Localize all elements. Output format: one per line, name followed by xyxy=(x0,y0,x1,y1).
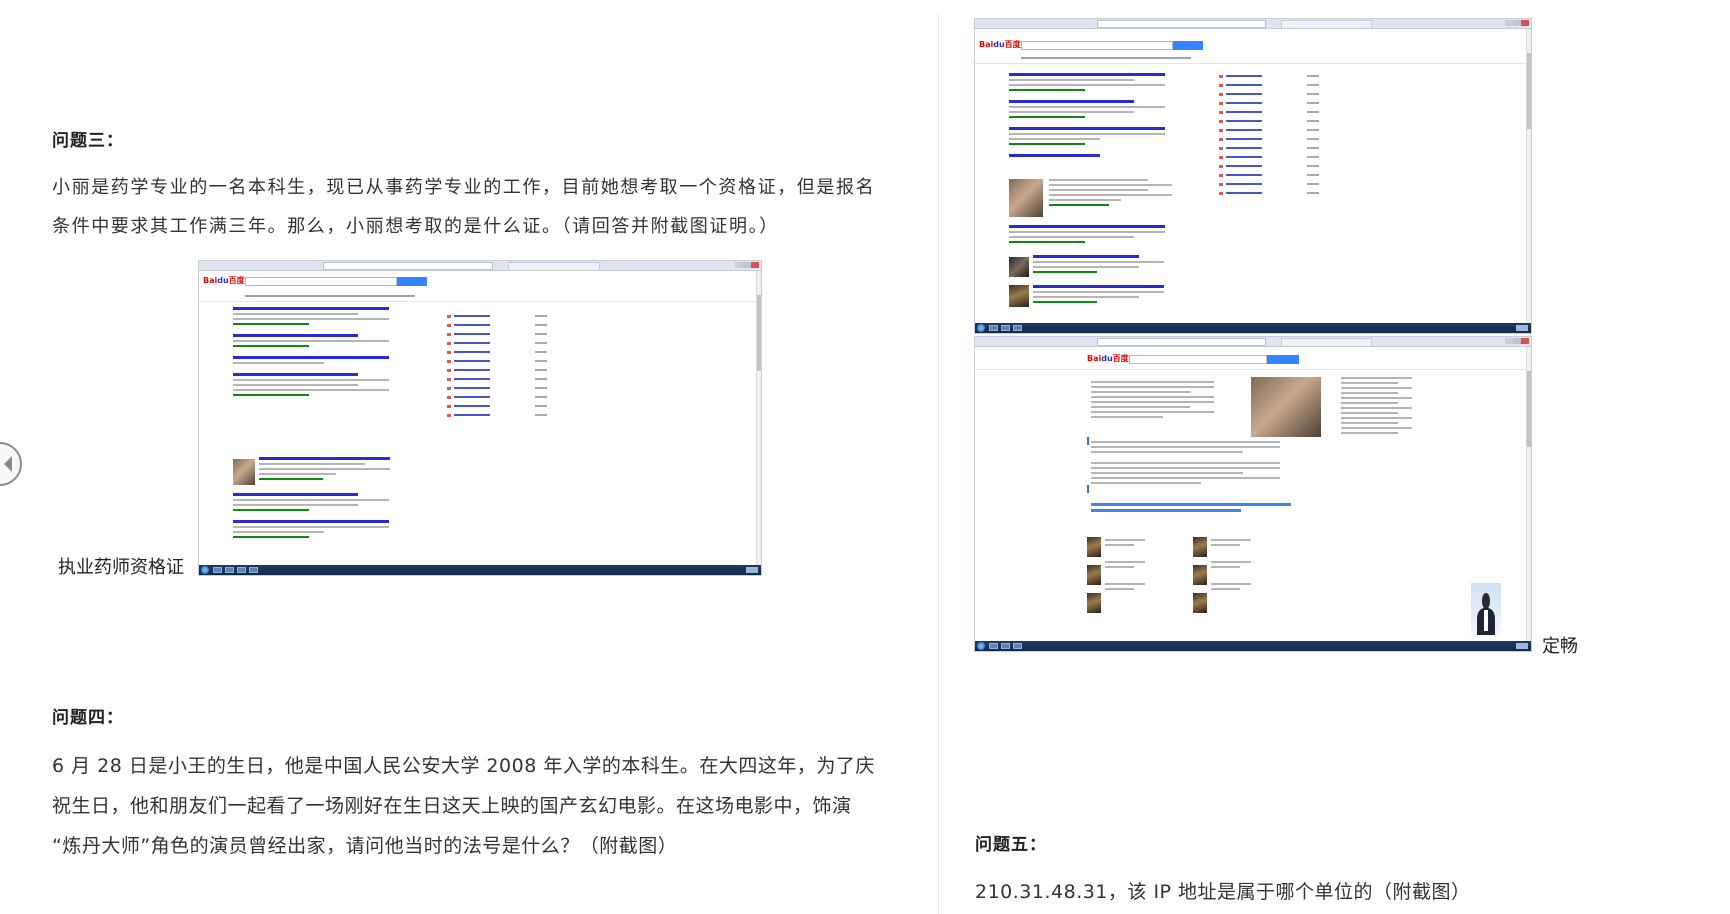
search-results xyxy=(233,307,423,399)
q4-line-3: “炼丹大师”角色的演员曾经出家，请问他当时的法号是什么？（附截图） xyxy=(52,835,678,857)
start-icon xyxy=(977,642,985,650)
browser-toolbar xyxy=(199,261,761,271)
q5-line-1: 210.31.48.31，该 IP 地址是属于哪个单位的（附截图） xyxy=(975,881,1471,903)
actor-photo xyxy=(1009,179,1043,217)
q3-heading: 问题三： xyxy=(52,131,124,151)
q3-answer: 执业药师资格证 xyxy=(58,557,184,578)
q3-paragraph: 小丽是药学专业的一名本科生，现已从事药学专业的工作，目前她想考取一个资格证，但是… xyxy=(52,168,922,246)
sidebar-links xyxy=(1341,377,1427,437)
taskbar-clock xyxy=(746,567,758,573)
chevron-left-icon xyxy=(4,456,12,472)
start-icon xyxy=(201,566,209,574)
result-thumbnail xyxy=(233,459,255,485)
start-icon xyxy=(977,324,985,332)
screenshot-baidu-search-certificate: Baidu百度 xyxy=(198,260,762,576)
search-button xyxy=(1267,355,1299,364)
presenter-avatar xyxy=(1471,583,1501,635)
baidu-logo: Baidu百度 xyxy=(979,40,1021,49)
q3-line-1: 小丽是药学专业的一名本科生，现已从事药学专业的工作，目前她想考取一个资格证，但是… xyxy=(52,177,876,198)
browser-toolbar xyxy=(975,19,1531,29)
windows-taskbar xyxy=(975,323,1531,333)
q3-line-2: 条件中要求其工作满三年。那么，小丽想考取的是什么证。（请回答并附截图证明。） xyxy=(52,216,779,237)
search-results xyxy=(1009,73,1199,160)
taskbar-clock xyxy=(1516,643,1528,649)
screenshot-baidu-baike: Baidu百度 xyxy=(974,336,1532,652)
browser-toolbar xyxy=(975,337,1531,347)
search-input xyxy=(1021,41,1173,50)
prev-page-button[interactable] xyxy=(0,442,22,486)
q5-heading: 问题五： xyxy=(975,835,1047,855)
search-tabs xyxy=(245,295,415,297)
column-divider xyxy=(938,14,939,914)
q4-heading: 问题四： xyxy=(52,708,124,728)
hot-search-list xyxy=(1219,75,1319,201)
q4-answer: 定畅 xyxy=(1542,636,1578,657)
search-tabs xyxy=(1021,57,1191,59)
q4-line-2: 祝生日，他和朋友们一起看了一场刚好在生日这天上映的国产玄幻电影。在这场电影中，饰… xyxy=(52,795,852,817)
search-input xyxy=(1129,355,1267,364)
q4-paragraph: 6 月 28 日是小王的生日，他是中国人民公安大学 2008 年入学的本科生。在… xyxy=(52,746,932,866)
article-text xyxy=(1091,381,1241,421)
search-input xyxy=(245,277,397,286)
search-button xyxy=(1173,41,1203,50)
article-photo xyxy=(1251,377,1321,437)
search-button xyxy=(397,277,427,286)
windows-taskbar xyxy=(975,641,1531,651)
screenshot-baidu-search-movie: Baidu百度 xyxy=(974,18,1532,334)
taskbar-clock xyxy=(1516,325,1528,331)
windows-taskbar xyxy=(199,565,761,575)
baidu-logo: Baidu百度 xyxy=(1087,354,1129,363)
hot-search-list xyxy=(447,315,547,423)
q4-line-1: 6 月 28 日是小王的生日，他是中国人民公安大学 2008 年入学的本科生。在… xyxy=(52,755,875,777)
highlighted-text xyxy=(1091,503,1291,506)
baidu-logo: Baidu百度 xyxy=(203,276,245,285)
